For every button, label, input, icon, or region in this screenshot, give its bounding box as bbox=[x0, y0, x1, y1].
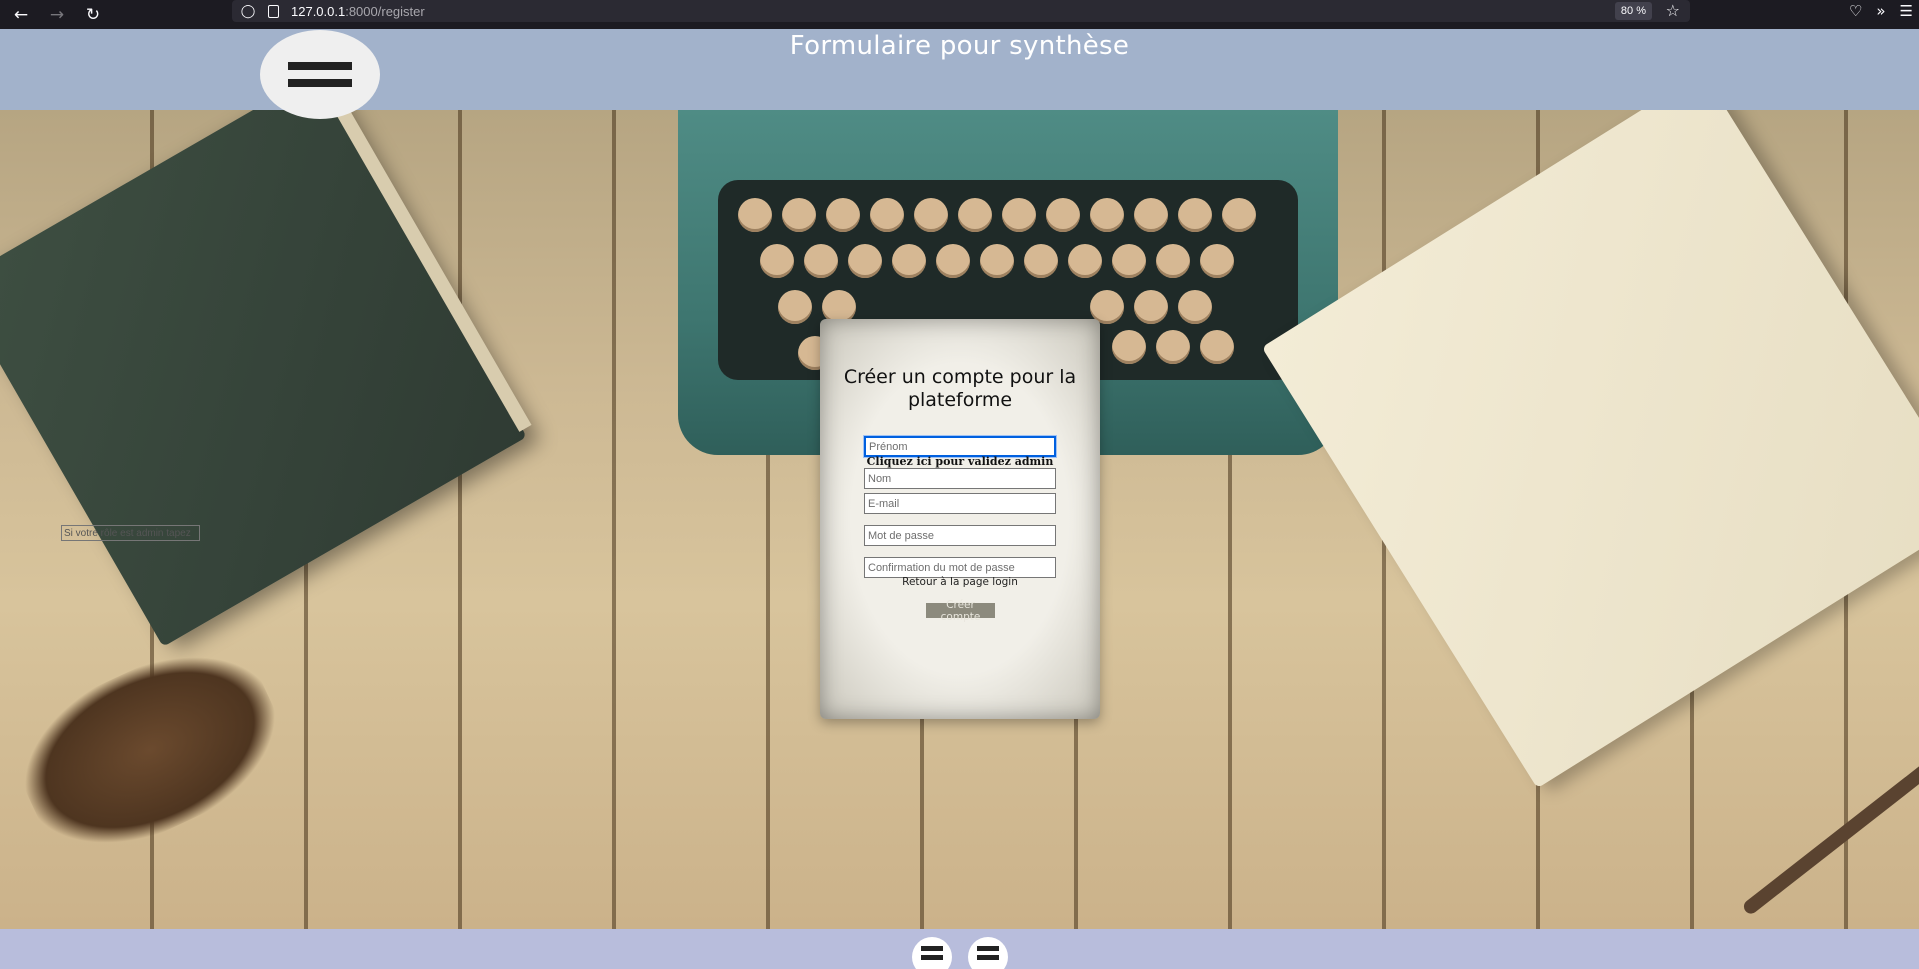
url-path: :8000/register bbox=[345, 3, 425, 19]
typewriter-key bbox=[1178, 198, 1212, 232]
typewriter-key bbox=[1200, 330, 1234, 364]
typewriter-key bbox=[1222, 198, 1256, 232]
hamburger-icon[interactable]: ☰ bbox=[1900, 2, 1913, 20]
typewriter-key bbox=[848, 244, 882, 278]
typewriter-key bbox=[1134, 198, 1168, 232]
pinecone-illustration bbox=[0, 622, 302, 878]
typewriter-key bbox=[778, 290, 812, 324]
typewriter-key bbox=[1178, 290, 1212, 324]
typewriter-key bbox=[1134, 290, 1168, 324]
toolbar-right-icons: ♡ » ☰ bbox=[1849, 0, 1913, 22]
typewriter-key bbox=[826, 198, 860, 232]
typewriter-key bbox=[1112, 330, 1146, 364]
url-bar[interactable]: ◯ 127.0.0.1:8000/register 80 % ☆ bbox=[232, 0, 1690, 22]
pencil-illustration bbox=[1741, 757, 1919, 917]
chevrons-icon[interactable]: » bbox=[1876, 2, 1885, 20]
page: Formulaire pour synthèse Créer un compte… bbox=[0, 29, 1919, 969]
page-icon bbox=[268, 4, 279, 18]
typewriter-key bbox=[1002, 198, 1036, 232]
typewriter-key bbox=[892, 244, 926, 278]
menu-bar-icon bbox=[977, 946, 999, 951]
menu-bar-icon bbox=[977, 955, 999, 960]
typewriter-key bbox=[1046, 198, 1080, 232]
menu-bar-icon bbox=[921, 955, 943, 960]
typewriter-key bbox=[1068, 244, 1102, 278]
typewriter-key bbox=[870, 198, 904, 232]
browser-toolbar: ← → ↻ ◯ 127.0.0.1:8000/register 80 % ☆ ♡… bbox=[0, 0, 1919, 29]
admin-code-input[interactable] bbox=[61, 525, 200, 541]
menu-bar-icon bbox=[288, 79, 352, 87]
typewriter-key bbox=[914, 198, 948, 232]
notebook-illustration bbox=[1261, 110, 1919, 789]
typewriter-key bbox=[804, 244, 838, 278]
firstname-input[interactable] bbox=[864, 436, 1056, 457]
typewriter-key bbox=[782, 198, 816, 232]
password-input[interactable] bbox=[864, 525, 1056, 546]
typewriter-key bbox=[1156, 244, 1190, 278]
form-title: Créer un compte pour la plateforme bbox=[843, 366, 1077, 411]
lastname-input[interactable] bbox=[864, 468, 1056, 489]
typewriter-key bbox=[1024, 244, 1058, 278]
footer-menu-button-left[interactable] bbox=[912, 937, 952, 969]
forward-arrow-icon[interactable]: → bbox=[42, 4, 72, 26]
back-arrow-icon[interactable]: ← bbox=[6, 4, 36, 26]
zoom-level-badge[interactable]: 80 % bbox=[1614, 2, 1652, 20]
site-footer bbox=[0, 929, 1919, 969]
reload-icon[interactable]: ↻ bbox=[78, 4, 108, 26]
menu-bar-icon bbox=[288, 62, 352, 70]
menu-toggle-button[interactable] bbox=[260, 30, 380, 119]
typewriter-key bbox=[1112, 244, 1146, 278]
book-pages bbox=[317, 110, 532, 432]
typewriter-key bbox=[1200, 244, 1234, 278]
menu-bar-icon bbox=[921, 946, 943, 951]
back-to-login-link[interactable]: Retour à la page login bbox=[820, 576, 1100, 588]
typewriter-key bbox=[958, 198, 992, 232]
typewriter-key bbox=[936, 244, 970, 278]
typewriter-key bbox=[760, 244, 794, 278]
typewriter-key bbox=[1156, 330, 1190, 364]
register-form-card: Créer un compte pour la plateforme Cliqu… bbox=[820, 319, 1100, 719]
password-confirm-input[interactable] bbox=[864, 557, 1056, 578]
validate-admin-link[interactable]: Cliquez ici pour validez admin bbox=[820, 455, 1100, 468]
pocket-icon[interactable]: ♡ bbox=[1849, 2, 1862, 20]
footer-menu-button-right[interactable] bbox=[968, 937, 1008, 969]
star-icon[interactable]: ☆ bbox=[1666, 1, 1680, 20]
typewriter-key bbox=[980, 244, 1014, 278]
url-host: 127.0.0.1 bbox=[291, 3, 346, 19]
create-account-button[interactable]: Créer compte bbox=[926, 599, 995, 623]
shield-icon[interactable]: ◯ bbox=[240, 3, 256, 19]
typewriter-key bbox=[1090, 198, 1124, 232]
book-illustration bbox=[0, 110, 532, 647]
url-text[interactable]: 127.0.0.1:8000/register bbox=[291, 4, 425, 19]
typewriter-key bbox=[738, 198, 772, 232]
email-input[interactable] bbox=[864, 493, 1056, 514]
